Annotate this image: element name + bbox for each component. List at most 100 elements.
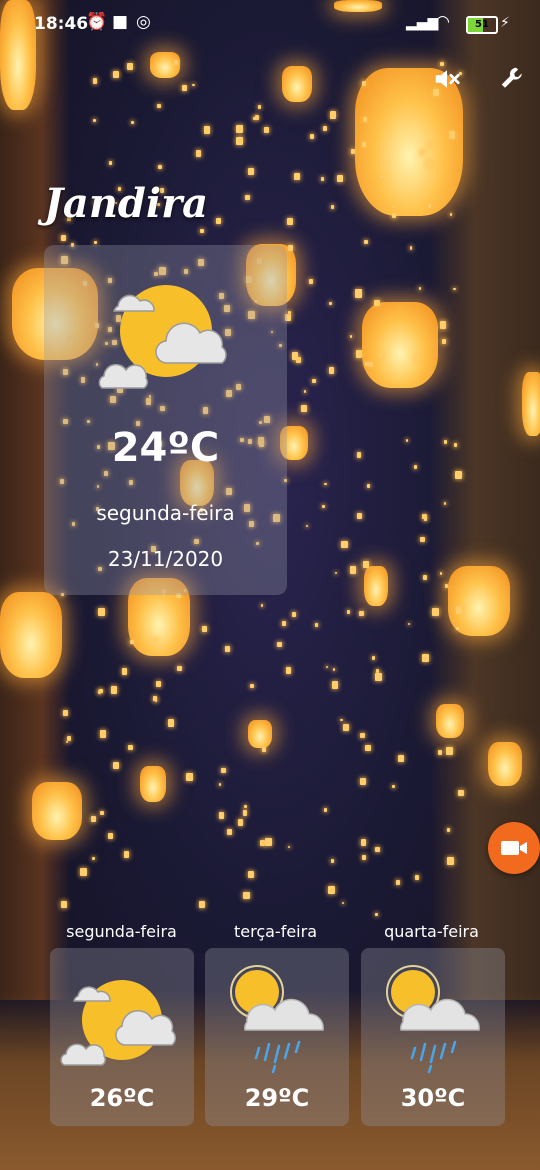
lantern-light xyxy=(281,620,286,626)
forecast-day-3-label: quarta-feira xyxy=(384,922,479,941)
lantern-light xyxy=(363,561,370,569)
lantern-light xyxy=(361,81,366,86)
lantern-light xyxy=(392,213,396,218)
lantern-light xyxy=(357,513,362,520)
lantern-light xyxy=(154,637,157,642)
lantern-light xyxy=(308,278,314,284)
lantern-light xyxy=(427,143,431,147)
lantern-light xyxy=(123,851,129,858)
lantern-decoration xyxy=(436,704,464,738)
lantern-light xyxy=(288,845,291,849)
lantern-light xyxy=(63,710,68,716)
lantern-light xyxy=(366,484,370,488)
lantern-light xyxy=(287,245,293,252)
lantern-light xyxy=(130,639,134,644)
lantern-light xyxy=(351,148,356,154)
lantern-light xyxy=(422,654,429,662)
lantern-light xyxy=(420,150,425,155)
lantern-light xyxy=(409,246,413,250)
lantern-light xyxy=(203,126,211,135)
lantern-light xyxy=(200,228,204,233)
lantern-light xyxy=(61,235,67,242)
lantern-light xyxy=(432,608,439,617)
current-weather-card: 24ºC segunda-feira 23/11/2020 xyxy=(44,245,287,595)
lantern-light xyxy=(423,575,428,581)
lantern-light xyxy=(100,811,104,816)
wifi-icon: ◠ xyxy=(436,12,450,32)
lantern-light xyxy=(455,606,463,614)
lantern-light xyxy=(236,136,244,146)
lantern-light xyxy=(253,117,256,121)
forecast-day-2-temperature: 29ºC xyxy=(244,1084,310,1112)
lantern-light xyxy=(326,665,329,669)
lantern-light xyxy=(98,607,106,616)
lantern-light xyxy=(176,665,182,672)
lantern-light xyxy=(226,828,232,835)
lantern-light xyxy=(247,167,254,175)
lantern-light xyxy=(92,78,98,84)
lantern-light xyxy=(277,641,283,648)
lantern-light xyxy=(260,604,264,608)
lantern-light xyxy=(110,686,118,694)
lantern-light xyxy=(405,439,408,443)
lantern-light xyxy=(407,622,410,626)
battery-level: 51 xyxy=(475,19,489,30)
volume-mute-icon[interactable] xyxy=(430,62,464,96)
partly-cloudy-sun-icon xyxy=(60,974,184,1068)
partly-cloudy-sun-icon xyxy=(96,281,236,391)
lantern-light xyxy=(423,516,428,521)
lantern-light xyxy=(259,839,265,846)
lantern-light xyxy=(398,755,405,763)
lantern-light xyxy=(360,839,367,847)
lantern-light xyxy=(456,626,459,630)
lantern-light xyxy=(322,504,326,509)
lantern-light xyxy=(356,452,362,459)
lantern-light xyxy=(192,83,195,87)
lantern-light xyxy=(340,718,343,722)
lantern-light xyxy=(262,746,267,752)
lantern-light xyxy=(375,673,382,681)
lantern-light xyxy=(324,482,327,486)
forecast-day-2-label: terça-feira xyxy=(233,922,318,941)
lantern-light xyxy=(168,719,175,727)
lantern-light xyxy=(128,744,133,751)
lantern-light xyxy=(349,565,357,575)
lantern-light xyxy=(285,667,291,674)
lantern-decoration xyxy=(0,592,62,678)
sun-cloud-rain-icon xyxy=(223,962,333,1074)
lantern-light xyxy=(428,204,432,208)
lantern-light xyxy=(321,176,325,181)
lantern-decoration xyxy=(140,766,166,802)
current-date: 23/11/2020 xyxy=(107,547,224,571)
lantern-light xyxy=(109,161,113,165)
lantern-light xyxy=(330,859,334,863)
lantern-decoration xyxy=(364,566,388,606)
lantern-light xyxy=(221,768,226,774)
forecast-day-3-temperature: 30ºC xyxy=(400,1084,466,1112)
sync-icon: ◎ xyxy=(136,12,151,32)
lantern-light xyxy=(94,241,98,245)
lantern-light xyxy=(304,390,307,394)
lantern-light xyxy=(121,668,128,675)
city-title: Jandira xyxy=(44,180,209,227)
lantern-light xyxy=(349,335,353,338)
lantern-decoration xyxy=(522,372,540,436)
lantern-light xyxy=(250,683,254,688)
lantern-light xyxy=(113,70,120,78)
lantern-light xyxy=(374,299,380,307)
lantern-light xyxy=(444,440,448,444)
lantern-light xyxy=(365,744,371,752)
lantern-light xyxy=(439,321,447,329)
lantern-light xyxy=(99,689,103,694)
wrench-icon[interactable] xyxy=(496,62,530,96)
lantern-light xyxy=(312,378,316,383)
lantern-light xyxy=(291,611,296,617)
lantern-light xyxy=(447,857,454,865)
lantern-light xyxy=(265,838,273,847)
lantern-light xyxy=(245,194,250,200)
lantern-decoration xyxy=(362,302,438,388)
lantern-light xyxy=(378,353,383,359)
lantern-light xyxy=(442,339,447,345)
video-camera-button[interactable] xyxy=(488,822,540,874)
lantern-light xyxy=(329,111,336,120)
